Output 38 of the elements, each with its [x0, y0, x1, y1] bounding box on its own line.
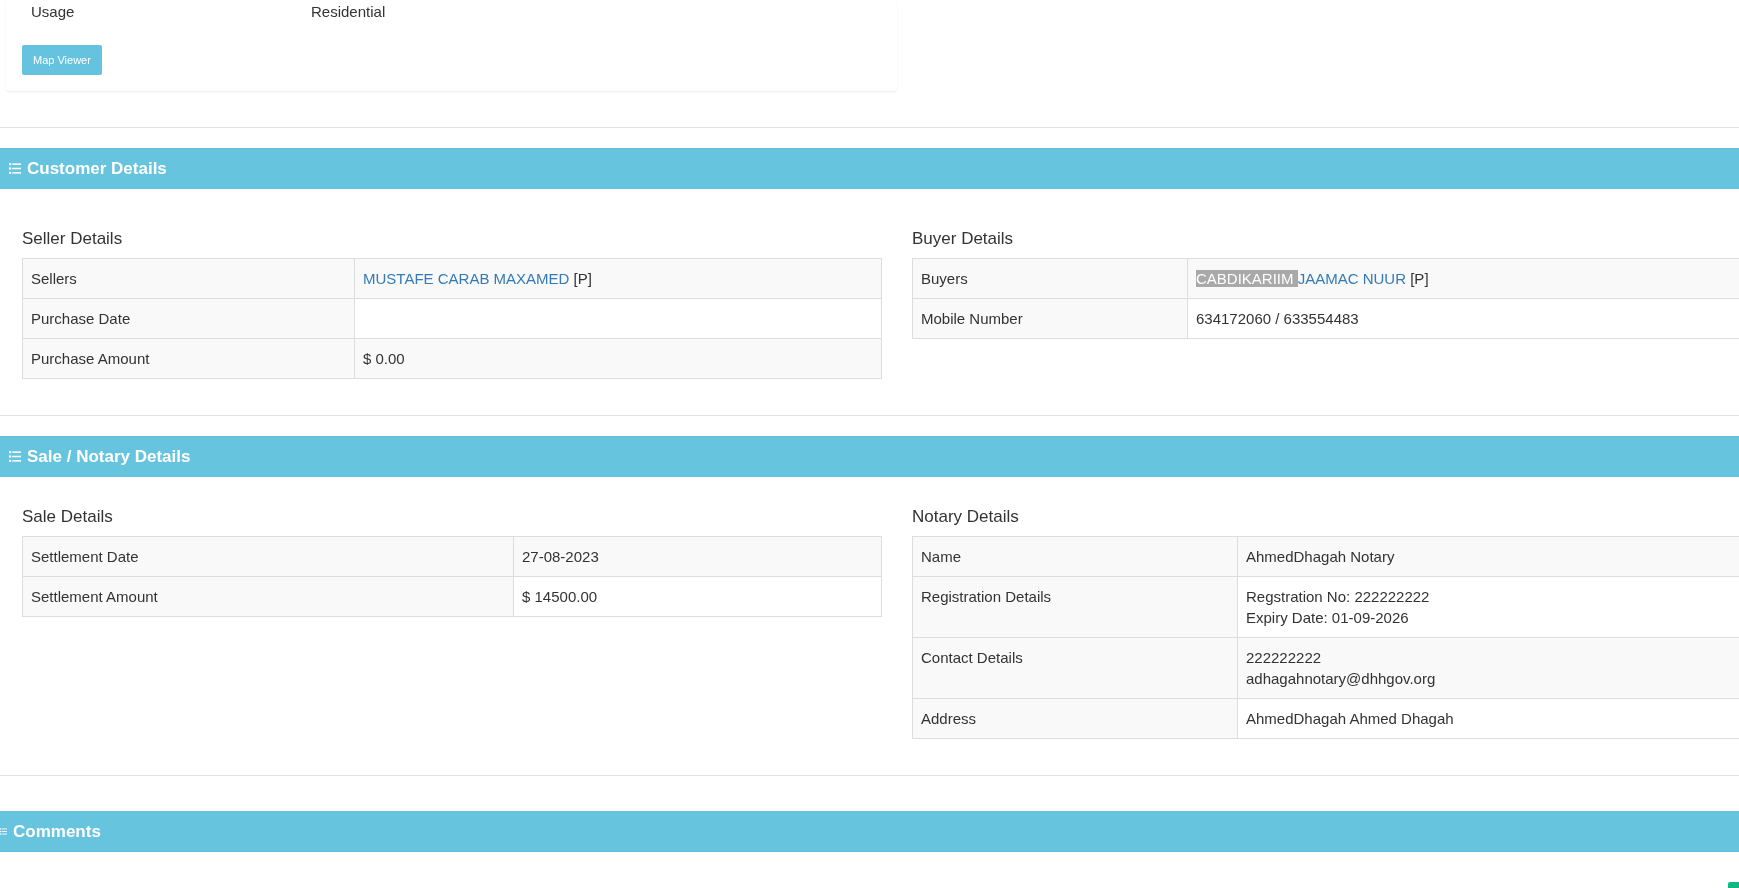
field-label: Usage	[30, 2, 76, 20]
person-link[interactable]: CABDIKARIIM JAAMAC NUUR	[1196, 270, 1407, 287]
person-link[interactable]: MUSTAFE CARAB MAXAMED	[363, 270, 570, 287]
table-title: Sale Details	[22, 507, 114, 527]
cell-line: Expiry Date: 01-09-2026	[1246, 608, 1410, 628]
table-cell: Name	[912, 536, 1238, 577]
cell-line: $ 14500.00	[522, 587, 599, 607]
cell-line: 634172060 / 633554483	[1196, 309, 1360, 329]
table-title: Notary Details	[912, 507, 1020, 527]
list-icon	[9, 163, 21, 174]
cell-line: AhmedDhagah Ahmed Dhagah	[1246, 709, 1455, 729]
table-cell: Mobile Number	[912, 298, 1188, 339]
corner-marker	[1728, 882, 1739, 888]
cell-line: 27-08-2023	[522, 547, 600, 567]
table-cell: Sellers	[22, 258, 355, 299]
list-icon	[0, 826, 7, 837]
field-value: Residential	[311, 2, 386, 20]
cell-line: 222222222	[1246, 648, 1323, 668]
table-title: Seller Details	[22, 229, 124, 249]
table-cell: Settlement Amount	[22, 576, 514, 617]
person-type: [P]	[1410, 270, 1429, 287]
table-cell: Registration Details	[912, 576, 1238, 638]
table-cell: Buyers	[912, 258, 1188, 299]
cell-line: Regstration No: 222222222	[1246, 587, 1431, 607]
cell-line: AhmedDhagah Notary	[1246, 547, 1396, 567]
person-type: [P]	[573, 270, 592, 287]
section-title: Comments	[13, 821, 101, 842]
section-title: Customer Details	[27, 158, 167, 179]
table-cell: Purchase Amount	[22, 338, 355, 379]
table-title: Buyer Details	[912, 229, 1015, 249]
list-icon	[9, 451, 21, 462]
section-title: Sale / Notary Details	[27, 446, 191, 467]
table-cell: Contact Details	[912, 637, 1238, 699]
table-cell: Address	[912, 698, 1238, 739]
cell-line: adhagahnotary@dhhgov.org	[1246, 669, 1437, 689]
table-cell: Settlement Date	[22, 536, 514, 577]
cell-line: $ 0.00	[363, 349, 406, 369]
table-cell: Purchase Date	[22, 298, 355, 339]
